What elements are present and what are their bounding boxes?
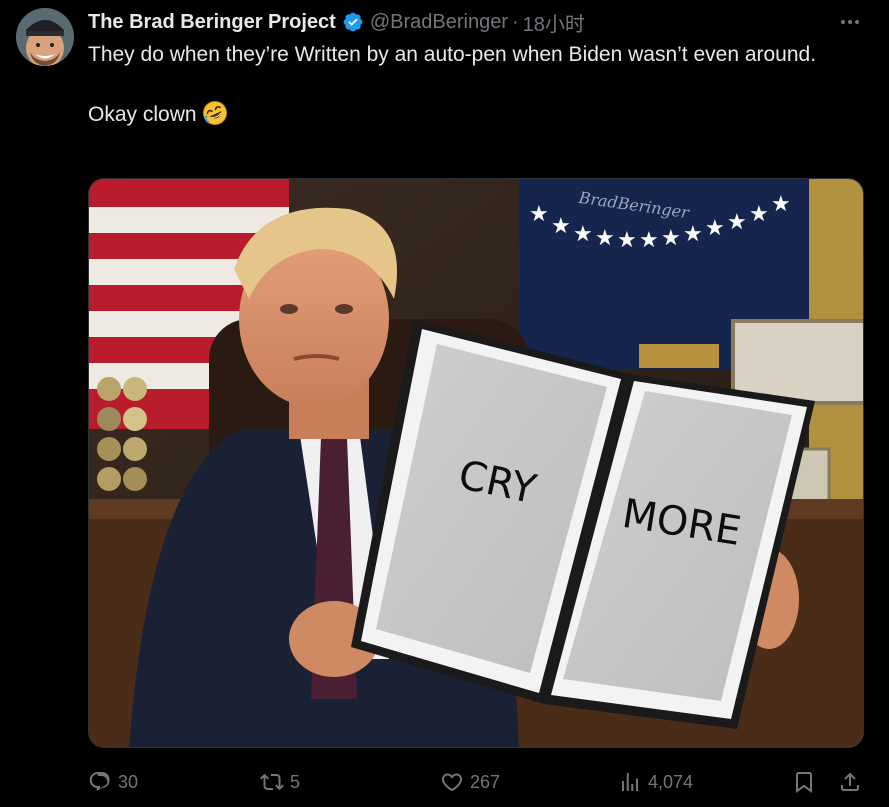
repost-count: 5 <box>290 771 301 792</box>
svg-text:★: ★ <box>551 214 571 239</box>
like-count: 267 <box>470 771 501 792</box>
svg-text:★: ★ <box>683 222 703 247</box>
reply-count: 30 <box>118 771 139 792</box>
tweet-text-span: Okay clown <box>88 103 197 126</box>
tweet[interactable]: The Brad Beringer Project @BradBeringer … <box>0 0 889 807</box>
bookmark-icon <box>796 772 812 793</box>
svg-text:★: ★ <box>573 222 593 247</box>
views-button[interactable]: 4,074 <box>618 766 693 798</box>
separator-dot: · <box>512 10 519 33</box>
reply-button[interactable]: 30 <box>88 766 138 798</box>
svg-text:★: ★ <box>617 228 637 253</box>
share-icon <box>841 772 859 791</box>
more-options-icon[interactable] <box>837 12 863 32</box>
bookmark-button[interactable] <box>792 766 816 798</box>
views-chart-icon <box>622 773 638 791</box>
author-handle[interactable]: @BradBeringer <box>370 11 508 34</box>
avatar[interactable] <box>16 8 74 66</box>
tweet-header: The Brad Beringer Project @BradBeringer … <box>88 8 585 36</box>
svg-text:★: ★ <box>771 192 791 217</box>
rolling-on-floor-laughing-emoji-icon <box>202 100 228 126</box>
tweet-text: They do when they’re Written by an auto-… <box>88 40 848 130</box>
svg-text:★: ★ <box>705 216 725 241</box>
tweet-text-line: They do when they’re Written by an auto-… <box>88 43 817 66</box>
like-button[interactable]: 267 <box>440 766 500 798</box>
heart-icon <box>441 773 463 792</box>
svg-text:★: ★ <box>639 228 659 253</box>
tweet-timestamp[interactable]: 18小时 <box>523 8 585 37</box>
repost-button[interactable]: 5 <box>260 766 300 798</box>
svg-text:★: ★ <box>595 226 615 251</box>
svg-text:★: ★ <box>661 226 681 251</box>
share-button[interactable] <box>838 766 862 798</box>
verified-badge-icon <box>342 11 364 33</box>
reply-icon <box>89 772 110 791</box>
svg-text:★: ★ <box>727 210 747 235</box>
views-count: 4,074 <box>648 771 694 792</box>
action-bar: 30 5 267 4,074 <box>88 766 864 798</box>
repost-icon <box>260 773 284 791</box>
author-name[interactable]: The Brad Beringer Project <box>88 11 336 34</box>
svg-text:★: ★ <box>529 202 549 227</box>
tweet-image[interactable]: ★ ★ ★ ★ ★ ★ ★ ★ ★ ★ ★ ★ BradBeringer CRY… <box>88 178 864 748</box>
tweet-text-line: Okay clown <box>88 100 848 130</box>
svg-text:★: ★ <box>749 202 769 227</box>
meme-photo: ★ ★ ★ ★ ★ ★ ★ ★ ★ ★ ★ ★ BradBeringer CRY… <box>89 179 863 747</box>
